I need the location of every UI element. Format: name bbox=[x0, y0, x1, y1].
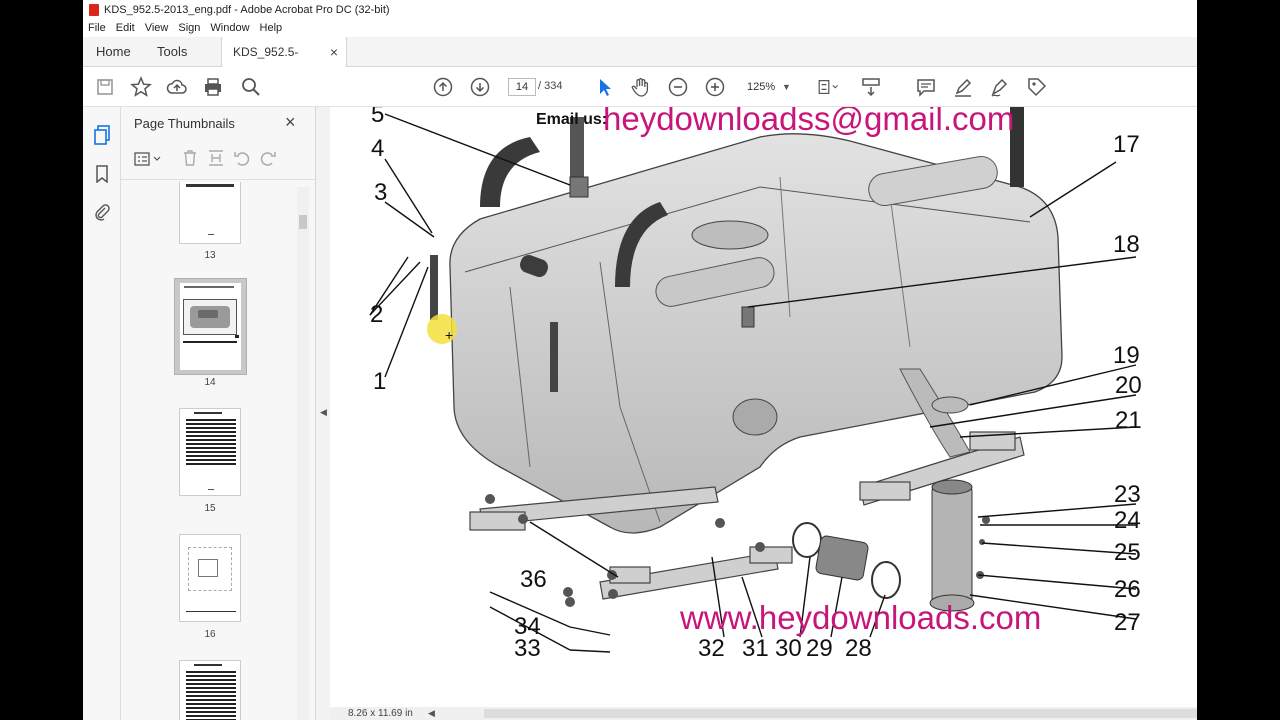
scrollbar-thumb[interactable] bbox=[299, 215, 307, 229]
watermark-email-label: Email us: bbox=[536, 111, 608, 128]
upload-cloud-icon[interactable] bbox=[165, 75, 189, 99]
thumbnail-page-15[interactable] bbox=[179, 408, 241, 496]
callout-label: 27 bbox=[1114, 609, 1141, 636]
zoom-in-icon[interactable] bbox=[703, 75, 727, 99]
callout-label: 25 bbox=[1114, 539, 1141, 566]
title-bar: KDS_952.5-2013_eng.pdf - Adobe Acrobat P… bbox=[83, 0, 1197, 19]
chevron-down-icon: ▼ bbox=[782, 82, 791, 92]
page-size-label: 8.26 x 11.69 in bbox=[348, 708, 413, 719]
menu-view[interactable]: View bbox=[140, 22, 174, 34]
status-bar: 8.26 x 11.69 in ◀ bbox=[330, 707, 1197, 720]
panel-splitter[interactable]: ◀ bbox=[316, 107, 330, 720]
zoom-search-icon[interactable] bbox=[239, 75, 263, 99]
thumbnail-label: 13 bbox=[204, 250, 216, 261]
thumbnail-page-13[interactable] bbox=[179, 182, 241, 244]
window-title: KDS_952.5-2013_eng.pdf - Adobe Acrobat P… bbox=[104, 3, 390, 16]
thumbnails-scrollbar[interactable] bbox=[297, 187, 309, 720]
callout-label: 33 bbox=[514, 635, 541, 662]
extract-pages-icon[interactable] bbox=[207, 149, 225, 167]
rotate-left-icon[interactable] bbox=[233, 149, 251, 167]
horizontal-scrollbar[interactable] bbox=[484, 709, 1197, 718]
left-rail bbox=[83, 107, 121, 720]
thumbnails-panel: Page Thumbnails × 13 14 15 16 bbox=[121, 107, 316, 720]
edit-tag-icon[interactable] bbox=[1025, 75, 1049, 99]
callout-label: 24 bbox=[1114, 507, 1141, 534]
close-tab-icon[interactable]: × bbox=[330, 37, 338, 67]
callout-label: 36 bbox=[520, 566, 547, 593]
callout-label: 4 bbox=[371, 135, 385, 162]
zoom-out-icon[interactable] bbox=[666, 75, 690, 99]
thumbnail-label: 14 bbox=[204, 377, 216, 388]
panel-divider bbox=[121, 179, 316, 180]
zoom-level-value: 125% bbox=[747, 81, 776, 93]
callout-label: 3 bbox=[374, 179, 388, 206]
callout-label: 1 bbox=[373, 368, 387, 395]
callout-label: 18 bbox=[1113, 231, 1140, 258]
callout-label: 20 bbox=[1115, 372, 1142, 399]
thumbnail-page-14-selected[interactable] bbox=[174, 278, 247, 375]
callout-label: 5 bbox=[371, 107, 385, 128]
save-icon[interactable] bbox=[93, 75, 117, 99]
acrobat-window: KDS_952.5-2013_eng.pdf - Adobe Acrobat P… bbox=[83, 0, 1197, 720]
zoom-level-select[interactable]: 125% ▼ bbox=[739, 78, 799, 96]
callout-label: 31 bbox=[742, 635, 769, 662]
attachment-icon[interactable] bbox=[94, 203, 110, 221]
comment-icon[interactable] bbox=[914, 75, 938, 99]
close-panel-icon[interactable]: × bbox=[285, 112, 296, 133]
scroll-mode-icon[interactable] bbox=[859, 75, 883, 99]
callout-label: 29 bbox=[806, 635, 833, 662]
panel-title: Page Thumbnails bbox=[134, 116, 235, 131]
page-number-input[interactable]: 14 bbox=[508, 78, 536, 96]
options-menu-icon[interactable] bbox=[134, 151, 164, 167]
callout-label: 2 bbox=[370, 301, 384, 328]
next-page-icon[interactable] bbox=[468, 75, 492, 99]
callout-label: 28 bbox=[845, 635, 872, 662]
menu-sign[interactable]: Sign bbox=[173, 22, 205, 34]
callout-label: 30 bbox=[775, 635, 802, 662]
scroll-left-icon[interactable]: ◀ bbox=[428, 708, 435, 719]
watermark-email: heydownloadss@gmail.com bbox=[603, 107, 1015, 137]
thumbnail-label: 16 bbox=[204, 629, 216, 640]
thumbnail-page-16[interactable] bbox=[179, 534, 241, 622]
hand-tool-icon[interactable] bbox=[629, 75, 653, 99]
select-cursor-icon[interactable] bbox=[592, 75, 616, 99]
callout-label: 23 bbox=[1114, 481, 1141, 508]
collapse-panel-icon[interactable]: ◀ bbox=[320, 407, 327, 418]
menu-bar: File Edit View Sign Window Help bbox=[83, 19, 1197, 37]
toolbar bbox=[83, 67, 1197, 107]
fit-page-icon[interactable] bbox=[816, 75, 846, 99]
callout-label: 26 bbox=[1114, 576, 1141, 603]
tab-tools[interactable]: Tools bbox=[157, 37, 187, 67]
menu-window[interactable]: Window bbox=[205, 22, 254, 34]
print-icon[interactable] bbox=[201, 75, 225, 99]
callout-label: 19 bbox=[1113, 342, 1140, 369]
previous-page-icon[interactable] bbox=[431, 75, 455, 99]
rotate-right-icon[interactable] bbox=[259, 149, 277, 167]
tab-bar: Home Tools KDS_952.5-2013_e... × bbox=[83, 37, 1197, 89]
delete-pages-icon[interactable] bbox=[181, 149, 199, 167]
watermark-site: www.heydownloads.com bbox=[680, 599, 1042, 636]
page-total-label: / 334 bbox=[538, 80, 563, 92]
pdf-file-icon bbox=[89, 3, 99, 16]
bookmark-star-icon[interactable] bbox=[129, 75, 153, 99]
callout-label: 21 bbox=[1115, 407, 1142, 434]
menu-file[interactable]: File bbox=[83, 22, 111, 34]
tab-home[interactable]: Home bbox=[96, 37, 131, 67]
document-view: 5 4 3 2 1 17 18 19 20 21 23 24 25 26 27 … bbox=[330, 107, 1197, 707]
menu-edit[interactable]: Edit bbox=[111, 22, 140, 34]
thumbnail-label: 15 bbox=[204, 503, 216, 514]
menu-help[interactable]: Help bbox=[255, 22, 288, 34]
sign-pen-icon[interactable] bbox=[988, 75, 1012, 99]
highlight-pen-icon[interactable] bbox=[951, 75, 975, 99]
bookmark-icon[interactable] bbox=[95, 165, 109, 184]
callout-label: 17 bbox=[1113, 131, 1140, 158]
tab-document[interactable]: KDS_952.5-2013_e... × bbox=[221, 37, 347, 89]
crosshair-cursor-icon: + bbox=[445, 327, 454, 343]
page-thumbnails-icon[interactable] bbox=[93, 125, 111, 145]
callout-label: 32 bbox=[698, 635, 725, 662]
thumbnail-page-17[interactable] bbox=[179, 660, 241, 720]
